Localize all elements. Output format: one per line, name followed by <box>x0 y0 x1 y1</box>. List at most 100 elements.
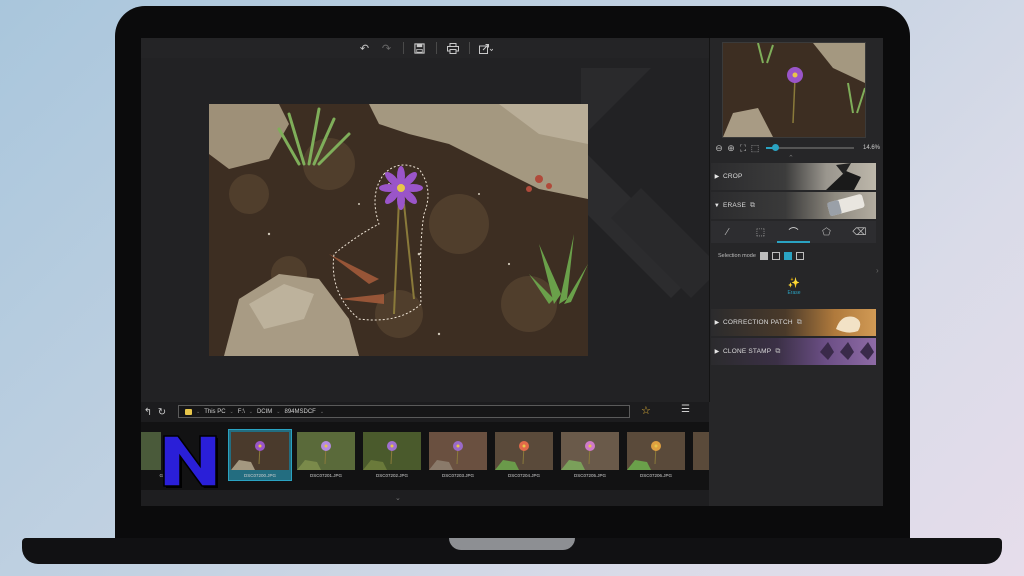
selection-add-icon[interactable] <box>771 252 780 260</box>
n-logo-icon <box>163 435 218 488</box>
filmstrip-thumb[interactable]: DSC07202.JPG <box>361 430 423 480</box>
thumb-name: DSC07200.JPG <box>243 473 277 478</box>
zoom-in-icon[interactable]: ⊕ <box>726 143 736 154</box>
save-icon[interactable] <box>411 40 429 56</box>
section-correction-patch[interactable]: ▶ CORRECTION PATCH ⧉ <box>711 309 876 336</box>
thumb-name: DSC07203.JPG <box>441 473 475 478</box>
chevron-down-icon: ⌄ <box>248 408 253 415</box>
thumb-image <box>495 432 553 470</box>
erase-magic-icon: ✨ <box>787 278 801 289</box>
chevron-down-icon: ▼ <box>713 202 721 209</box>
brush-tool-icon[interactable]: ∕ <box>711 221 744 243</box>
zoom-slider[interactable] <box>766 144 854 151</box>
chevron-right-icon: ▶ <box>714 349 720 355</box>
selection-new-icon[interactable] <box>759 252 768 260</box>
filmstrip: G DSC07200.JPG DSC07201.JPG DSC07202.JPG DS… <box>141 422 709 490</box>
chevron-down-icon: ⌄ <box>196 408 201 415</box>
section-clone-stamp-label: CLONE STAMP <box>723 348 772 355</box>
chevron-down-icon: ⌄ <box>229 408 234 415</box>
thumb-image <box>627 432 685 470</box>
zoom-out-icon[interactable]: ⊖ <box>714 143 724 154</box>
laptop-base <box>22 538 1002 564</box>
sort-icon[interactable]: ☰ <box>681 404 690 415</box>
zoom-slider-handle[interactable] <box>771 144 779 151</box>
back-icon[interactable]: ↰ <box>141 407 155 418</box>
erase-button[interactable]: ✨ Erase <box>776 278 812 300</box>
thumb-name: DSC07205.JPG <box>573 473 607 478</box>
filmstrip-thumb[interactable]: DSC07204.JPG <box>493 430 555 480</box>
panel-expand-icon[interactable]: › <box>876 266 879 275</box>
edited-photo[interactable] <box>209 104 588 356</box>
section-crop-label: CROP <box>723 173 743 180</box>
thumb-image <box>363 432 421 470</box>
external-link-icon[interactable]: ⧉ <box>775 348 780 356</box>
crumb-item[interactable]: 894MSDCF <box>285 409 316 415</box>
selection-subtract-icon[interactable] <box>783 252 792 260</box>
crop-art-icon <box>826 163 861 190</box>
crumb-item[interactable]: This PC <box>204 409 225 415</box>
section-correction-patch-label: CORRECTION PATCH <box>723 319 793 326</box>
share-icon[interactable] <box>477 40 495 56</box>
filmstrip-thumb[interactable]: DSC07205.JPG <box>559 430 621 480</box>
filmstrip-thumb[interactable]: DSC07200.JPG <box>228 429 292 481</box>
erase-button-label: Erase <box>787 290 801 296</box>
selection-mode-row: Selection mode <box>718 252 804 260</box>
fit-screen-icon[interactable]: ⛶ <box>738 143 748 154</box>
path-breadcrumb[interactable]: ⌄ This PC ⌄ F:\ ⌄ DCIM ⌄ 894MSDCF ⌄ <box>178 405 630 418</box>
canvas-area[interactable] <box>141 58 709 402</box>
thumb-image <box>231 432 289 470</box>
patch-art-icon <box>836 316 861 333</box>
thumb-name: DSC07206.JPG <box>639 473 673 478</box>
favorite-star-icon[interactable]: ☆ <box>641 404 651 417</box>
laptop-notch <box>449 538 575 550</box>
filmstrip-thumb[interactable]: DSC07203.JPG <box>427 430 489 480</box>
section-clone-stamp[interactable]: ▶ CLONE STAMP ⧉ <box>711 338 876 365</box>
chevron-down-icon[interactable]: ⌄ <box>395 494 401 502</box>
chevron-down-icon: ⌄ <box>319 408 325 415</box>
undo-icon[interactable]: ↶ <box>356 40 374 56</box>
navigator-preview[interactable] <box>722 42 866 138</box>
thumb-image <box>297 432 355 470</box>
chevron-right-icon: ▶ <box>714 174 720 180</box>
section-crop[interactable]: ▶ CROP <box>711 163 876 190</box>
thumb-name: DSC07201.JPG <box>309 473 343 478</box>
folder-icon <box>185 408 192 415</box>
lasso-tool-icon[interactable]: ⌒ <box>777 221 810 243</box>
thumb-name: DSC07202.JPG <box>375 473 409 478</box>
refresh-icon[interactable]: ↻ <box>155 407 169 418</box>
path-bar: ↰ ↻ ⌄ This PC ⌄ F:\ ⌄ DCIM ⌄ 894MSDCF ⌄ … <box>141 402 709 422</box>
eraser-tool-icon[interactable]: ⌫ <box>843 221 876 243</box>
thumb-name: DSC07204.JPG <box>507 473 541 478</box>
redo-icon[interactable]: ↷ <box>378 40 396 56</box>
clone-art-icon <box>820 342 874 360</box>
print-icon[interactable] <box>444 40 462 56</box>
panel-footer <box>709 402 883 506</box>
filmstrip-thumb-partial[interactable] <box>691 430 709 480</box>
filmstrip-thumb[interactable]: DSC07206.JPG <box>625 430 687 480</box>
chevron-right-icon: ▶ <box>714 320 720 326</box>
section-erase[interactable]: ▼ ERASE ⧉ <box>711 192 876 219</box>
external-link-icon[interactable]: ⧉ <box>750 202 755 210</box>
toolbar-divider <box>435 42 437 54</box>
selection-mode-label: Selection mode <box>718 253 756 259</box>
external-link-icon[interactable]: ⧉ <box>797 319 802 327</box>
erase-tool-tabs: ∕ ⬚ ⌒ ⬠ ⌫ <box>711 221 876 243</box>
selection-intersect-icon[interactable] <box>795 252 804 260</box>
thumb-image <box>429 432 487 470</box>
chevron-down-icon: ⌄ <box>276 408 281 415</box>
thumb-image <box>561 432 619 470</box>
filmstrip-thumb[interactable]: DSC07201.JPG <box>295 430 357 480</box>
actual-size-icon[interactable]: ⬚ <box>750 143 760 154</box>
top-toolbar: ↶ ↷ <box>141 38 709 58</box>
toolbar-divider <box>468 42 470 54</box>
eraser-art-icon <box>827 194 865 216</box>
crumb-item[interactable]: DCIM <box>257 409 272 415</box>
polygon-lasso-icon[interactable]: ⬠ <box>810 221 843 243</box>
toolbar-divider <box>402 42 404 54</box>
zoom-controls: ⊖ ⊕ ⛶ ⬚ 14.6% <box>714 142 880 154</box>
section-erase-label: ERASE <box>723 202 747 209</box>
chevron-up-icon[interactable]: ⌃ <box>788 154 794 162</box>
zoom-percent: 14.6% <box>862 145 880 151</box>
crumb-item[interactable]: F:\ <box>238 409 245 415</box>
rect-select-icon[interactable]: ⬚ <box>744 221 777 243</box>
